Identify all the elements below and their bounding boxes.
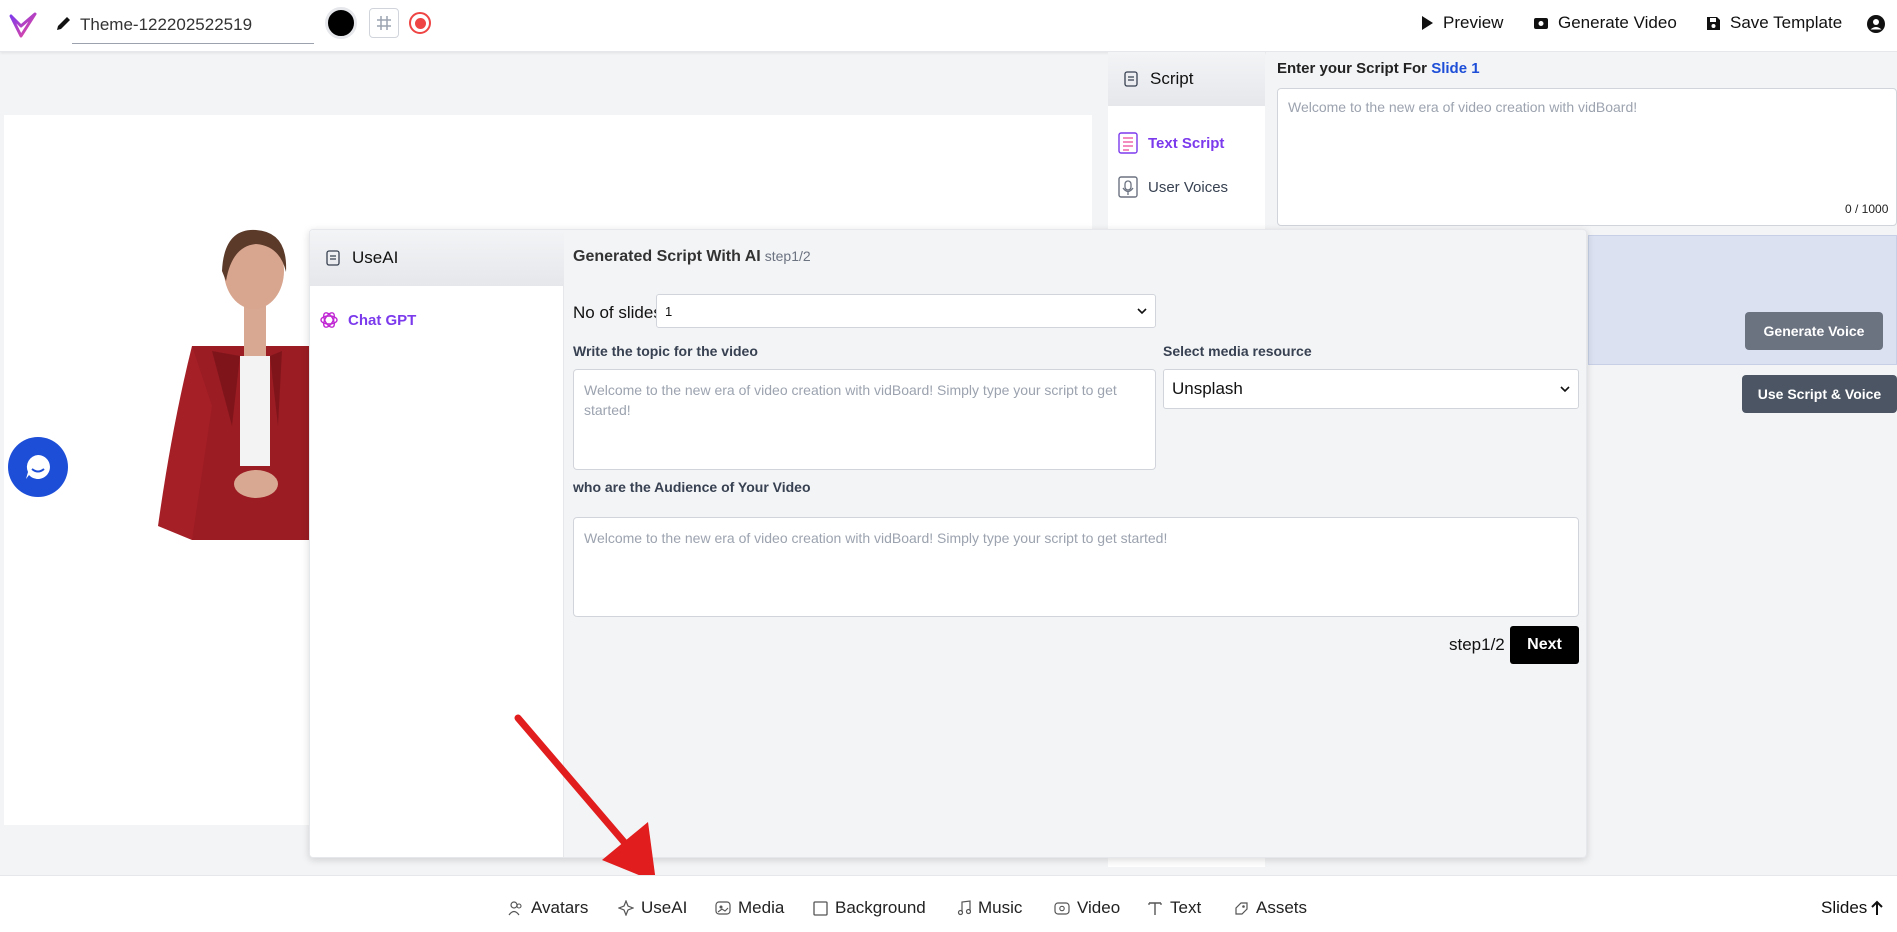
media-resource-select[interactable]: Unsplash xyxy=(1163,369,1579,409)
nav-user-voices[interactable]: User Voices xyxy=(1118,176,1228,198)
slides-count-value: 1 xyxy=(665,303,673,319)
chatgpt-icon xyxy=(320,312,338,328)
microphone-icon xyxy=(1118,176,1138,198)
tool-avatars-label: Avatars xyxy=(531,898,589,917)
square-icon xyxy=(813,900,828,916)
document-icon xyxy=(1124,71,1138,87)
footer-step: step1/2 xyxy=(1449,635,1505,654)
audience-label: who are the Audience of Your Video xyxy=(573,479,811,495)
top-toolbar: Preview Generate Video Save Template xyxy=(0,0,1897,52)
avatars-icon xyxy=(508,901,522,916)
app-logo-icon[interactable] xyxy=(8,10,38,40)
generate-video-button[interactable]: Generate Video xyxy=(1533,13,1677,33)
topic-label: Write the topic for the video xyxy=(573,343,758,359)
pencil-icon xyxy=(57,17,70,30)
tab-script[interactable]: Script xyxy=(1108,52,1265,106)
tool-background[interactable]: Background xyxy=(813,898,926,918)
music-icon xyxy=(957,900,971,916)
tool-video-label: Video xyxy=(1077,898,1121,917)
slides-toggle-button[interactable]: Slides xyxy=(1821,898,1884,918)
tool-useai-label: UseAI xyxy=(641,898,688,917)
arrow-up-icon xyxy=(1871,900,1884,915)
nav-user-voices-label: User Voices xyxy=(1148,178,1229,196)
video-icon xyxy=(1054,902,1070,915)
color-picker-button[interactable] xyxy=(325,7,357,39)
tool-video[interactable]: Video xyxy=(1054,898,1120,918)
tool-music[interactable]: Music xyxy=(957,898,1022,918)
document-icon xyxy=(326,250,340,266)
sparkle-icon xyxy=(618,900,634,916)
topic-textarea[interactable] xyxy=(573,369,1156,470)
annotation-arrow-icon xyxy=(514,714,656,882)
provider-chatgpt-label: Chat GPT xyxy=(348,311,417,329)
title-step: step1/2 xyxy=(764,248,811,264)
grid-toggle-button[interactable] xyxy=(369,8,399,38)
tool-assets-label: Assets xyxy=(1256,898,1308,917)
next-button[interactable]: Next xyxy=(1510,626,1579,664)
user-account-icon[interactable] xyxy=(1866,14,1886,34)
slides-count-select[interactable]: 1 xyxy=(656,294,1156,328)
useai-form: Generated Script With AI step1/2 No of sl… xyxy=(564,230,1586,857)
chat-support-button[interactable] xyxy=(8,437,68,497)
generate-video-label: Generate Video xyxy=(1558,13,1677,32)
tab-useai[interactable]: UseAI xyxy=(310,230,564,286)
slides-label: Slides xyxy=(1821,898,1868,917)
slides-count-label: No of slides xyxy=(573,303,662,322)
save-icon xyxy=(1707,16,1720,30)
tool-avatars[interactable]: Avatars xyxy=(508,898,588,918)
tool-media-label: Media xyxy=(738,898,785,917)
avatar-image[interactable] xyxy=(152,226,312,540)
preview-button[interactable]: Preview xyxy=(1420,13,1503,33)
play-icon xyxy=(1422,16,1433,30)
tool-text-label: Text xyxy=(1170,898,1202,917)
text-icon xyxy=(1148,902,1162,915)
record-icon xyxy=(414,17,426,29)
grid-icon xyxy=(377,16,391,30)
tool-music-label: Music xyxy=(978,898,1023,917)
media-resource-label: Select media resource xyxy=(1163,343,1312,359)
slide-link[interactable]: Slide 1 xyxy=(1431,60,1479,77)
media-resource-value: Unsplash xyxy=(1172,379,1243,398)
record-button[interactable] xyxy=(409,12,431,34)
preview-label: Preview xyxy=(1443,13,1504,32)
tool-media[interactable]: Media xyxy=(715,898,784,918)
tool-text[interactable]: Text xyxy=(1147,898,1201,918)
chevron-down-icon xyxy=(1137,308,1147,315)
nav-text-script-label: Text Script xyxy=(1148,134,1225,152)
nav-text-script[interactable]: Text Script xyxy=(1118,132,1224,154)
chevron-down-icon xyxy=(1560,386,1570,393)
assets-icon xyxy=(1235,902,1248,915)
useai-modal: UseAI Chat GPT Generated Script With AI s… xyxy=(309,229,1587,858)
useai-tab-label: UseAI xyxy=(352,248,399,267)
tool-useai[interactable]: UseAI xyxy=(618,898,687,918)
text-script-icon xyxy=(1118,132,1138,154)
script-prompt-label: Enter your Script For Slide 1 xyxy=(1277,60,1480,77)
audience-textarea[interactable] xyxy=(573,517,1579,617)
script-textarea[interactable] xyxy=(1277,88,1897,226)
theme-name-input[interactable] xyxy=(72,6,314,44)
save-template-label: Save Template xyxy=(1730,13,1843,32)
chat-icon xyxy=(26,455,50,479)
script-tab-label: Script xyxy=(1150,69,1194,88)
save-template-button[interactable]: Save Template xyxy=(1706,13,1842,33)
generate-voice-button[interactable]: Generate Voice xyxy=(1745,312,1883,350)
media-icon xyxy=(715,901,731,915)
bottom-toolbar: Avatars UseAI Media Background Music Vid… xyxy=(0,875,1897,932)
tool-background-label: Background xyxy=(835,898,926,917)
provider-chatgpt[interactable]: Chat GPT xyxy=(319,310,416,330)
use-script-voice-button[interactable]: Use Script & Voice xyxy=(1742,375,1897,413)
tool-assets[interactable]: Assets xyxy=(1233,898,1307,918)
character-counter: 0 / 1000 xyxy=(1845,202,1889,216)
modal-title: Generated Script With AI step1/2 xyxy=(573,248,811,265)
video-camera-icon xyxy=(1534,18,1548,29)
